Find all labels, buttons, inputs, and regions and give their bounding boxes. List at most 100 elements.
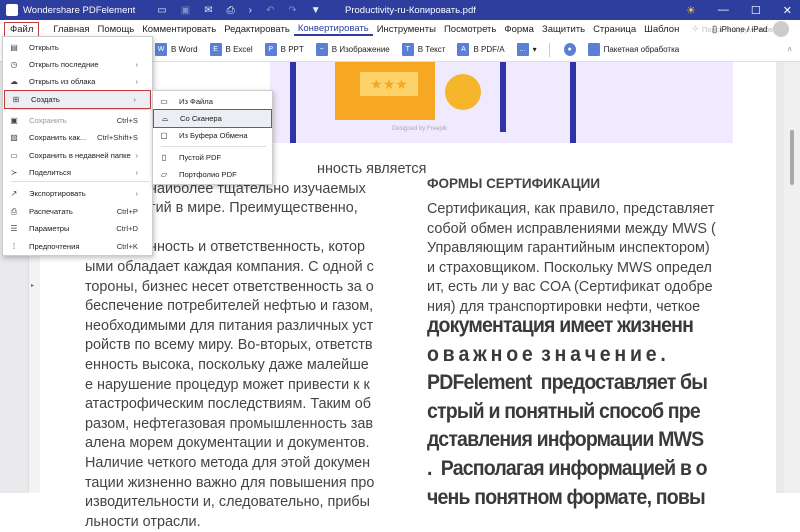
vertical-scrollbar[interactable] xyxy=(784,62,800,493)
menu-item-icon: ▣ xyxy=(10,116,18,125)
file-menu-item[interactable]: ▭ Сохранить в недавней папке › xyxy=(3,147,152,164)
text-line: ит, есть ли у вас COA (Сертификат одобре xyxy=(427,279,713,296)
file-menu-item[interactable]: ⎙ Распечатать Ctrl+P xyxy=(3,203,152,220)
file-menu-item[interactable]: ⁞ Предпочтения Ctrl+K xyxy=(3,238,152,255)
menu-convert[interactable]: Конвертировать xyxy=(293,23,373,36)
maximize-button[interactable]: ☐ xyxy=(751,4,761,17)
submenu-item[interactable]: ▱ Портфолио PDF xyxy=(153,166,272,183)
to-excel-label: В Excel xyxy=(225,45,253,54)
share-icon[interactable]: › xyxy=(249,5,252,16)
bold-text-line: PDFelement предоставляет бы xyxy=(427,371,708,395)
menu-file[interactable]: Файл xyxy=(4,21,40,37)
to-pdfa-button[interactable]: AВ PDF/A xyxy=(457,43,505,56)
more-formats-dropdown[interactable]: … ▾ xyxy=(516,43,537,56)
menu-protect[interactable]: Защитить xyxy=(538,24,589,35)
divider xyxy=(548,42,550,57)
text-line: разом, нефтегазовая промышленность зав xyxy=(85,415,373,432)
menu-edit[interactable]: Редактировать xyxy=(220,24,294,35)
to-word-label: В Word xyxy=(171,45,198,54)
submenu-item-label: Из Файла xyxy=(179,97,213,106)
to-word-button[interactable]: W В Word xyxy=(155,43,198,56)
save-icon[interactable]: ▣ xyxy=(181,5,190,16)
right-column-bold-text: документация имеет жизненн о в а ж н о е … xyxy=(427,312,708,512)
file-menu-item[interactable]: ◷ Открыть последние › xyxy=(3,56,152,73)
submenu-item-icon: ⌓ xyxy=(161,113,169,123)
text-line: тации жизненно важно для повышения про xyxy=(85,474,375,491)
menu-item-icon: ☰ xyxy=(10,224,18,233)
section-heading: ФОРМЫ СЕРТИФИКАЦИИ xyxy=(427,176,601,191)
chevron-right-icon: › xyxy=(135,151,138,160)
file-menu-item[interactable]: ⊞ Создать › xyxy=(4,90,151,109)
menu-item-icon: ↗ xyxy=(10,189,18,198)
menu-item-label: Сохранить в недавней папке xyxy=(29,151,131,160)
menu-comment[interactable]: Комментировать xyxy=(138,24,220,35)
text-line: атастрофическим последствиям. Таким об xyxy=(85,396,371,413)
file-menu-item[interactable]: ▨ Сохранить как... Ctrl+Shift+S xyxy=(3,129,152,146)
file-menu-item[interactable]: ☰ Параметры Ctrl+D xyxy=(3,220,152,237)
email-icon[interactable]: ✉ xyxy=(204,5,212,16)
menu-tools[interactable]: Инструменты xyxy=(373,24,440,35)
menu-item-shortcut: Ctrl+S xyxy=(116,116,138,125)
customize-icon[interactable]: ▼ xyxy=(311,5,321,16)
device-label: iPhone / iPad xyxy=(719,24,768,34)
to-excel-button[interactable]: EВ Excel xyxy=(209,43,253,56)
collapse-ribbon-icon[interactable]: ˄ xyxy=(787,45,792,54)
document-title: Productivity-ru-Копировать.pdf xyxy=(345,4,476,16)
menu-page[interactable]: Страница xyxy=(589,24,640,35)
file-menu-item[interactable]: ☁ Открыть из облака › xyxy=(3,73,152,90)
menu-help[interactable]: Помощь xyxy=(94,24,139,35)
menu-item-label: Предпочтения xyxy=(29,242,80,251)
text-line: е нарушение процедур может привести к к xyxy=(85,376,370,393)
menu-separator xyxy=(11,109,149,110)
expand-arrow-icon[interactable]: ▸ xyxy=(31,282,34,289)
pdfa-icon: A xyxy=(457,43,470,56)
bold-text-line: документация имеет жизненн xyxy=(427,314,694,337)
title-bar: Wondershare PDFelement ▭ ▣ ✉ ⎙ › ↶ ↷ ▼ P… xyxy=(0,0,800,20)
menu-form[interactable]: Форма xyxy=(500,24,538,35)
menu-item-icon: ▭ xyxy=(10,151,18,160)
to-image-label: В Изображение xyxy=(331,45,390,54)
submenu-item[interactable]: ▯ Пустой PDF xyxy=(153,149,272,166)
menu-view[interactable]: Посмотреть xyxy=(440,24,500,35)
file-menu-item[interactable]: ≻ Поделиться › xyxy=(3,164,152,181)
menu-item-label: Параметры xyxy=(29,224,70,233)
app-logo-icon xyxy=(6,4,18,16)
submenu-item[interactable]: ▢ Из Буфера Обмена xyxy=(153,127,272,144)
scrollbar-thumb[interactable] xyxy=(790,130,794,185)
theme-sun-icon[interactable]: ☀ xyxy=(686,4,696,17)
menu-home[interactable]: Главная xyxy=(49,24,93,35)
batch-process-button[interactable]: Пакетная обработка xyxy=(587,43,679,56)
menu-template[interactable]: Шаблон xyxy=(640,24,683,35)
submenu-item-label: Портфолио PDF xyxy=(179,170,237,179)
menu-item-icon: ≻ xyxy=(10,168,18,177)
text-icon: T xyxy=(401,43,414,56)
menu-item-label: Распечатать xyxy=(29,207,73,216)
redo-icon[interactable]: ↷ xyxy=(288,5,296,16)
close-button[interactable]: ✕ xyxy=(783,4,792,17)
text-line: беспечение потребителей нефтью и газом, xyxy=(85,298,374,315)
text-line: и страховщиком. Поскольку MWS определ xyxy=(427,259,712,276)
file-menu-item[interactable]: ▣ Сохранить Ctrl+S xyxy=(3,112,152,129)
file-menu-item[interactable]: ↗ Экспортировать › xyxy=(3,185,152,202)
undo-icon[interactable]: ↶ xyxy=(266,5,274,16)
to-ppt-button[interactable]: PВ PPT xyxy=(264,43,304,56)
menu-item-icon: ▨ xyxy=(10,133,18,142)
print-icon[interactable]: ⎙ xyxy=(227,5,235,16)
minimize-button[interactable]: — xyxy=(718,4,729,16)
to-text-button[interactable]: TВ Текст xyxy=(401,43,445,56)
menu-separator xyxy=(11,181,149,182)
avatar[interactable] xyxy=(773,21,789,37)
to-image-button[interactable]: ~ В Изображение xyxy=(315,43,390,56)
menu-item-icon: ◷ xyxy=(10,60,18,69)
text-line: ройств по всему миру. Во-вторых, ответст… xyxy=(85,337,373,354)
file-menu-item[interactable]: ▤ Открыть xyxy=(3,39,152,56)
submenu-item[interactable]: ⌓ Со Сканера xyxy=(153,109,272,128)
submenu-item[interactable]: ▭ Из Файла xyxy=(153,93,272,110)
open-folder-icon[interactable]: ▭ xyxy=(157,5,166,16)
submenu-item-icon: ▯ xyxy=(161,153,167,162)
banner-credit: Designed by Freepik xyxy=(392,126,448,132)
iphone-ipad-button[interactable]: ▯ iPhone / iPad xyxy=(712,24,767,35)
settings-button[interactable]: ● xyxy=(563,43,576,56)
settings-icon: ● xyxy=(563,43,576,56)
text-line: Сертификация, как правило, представляет xyxy=(427,201,715,217)
